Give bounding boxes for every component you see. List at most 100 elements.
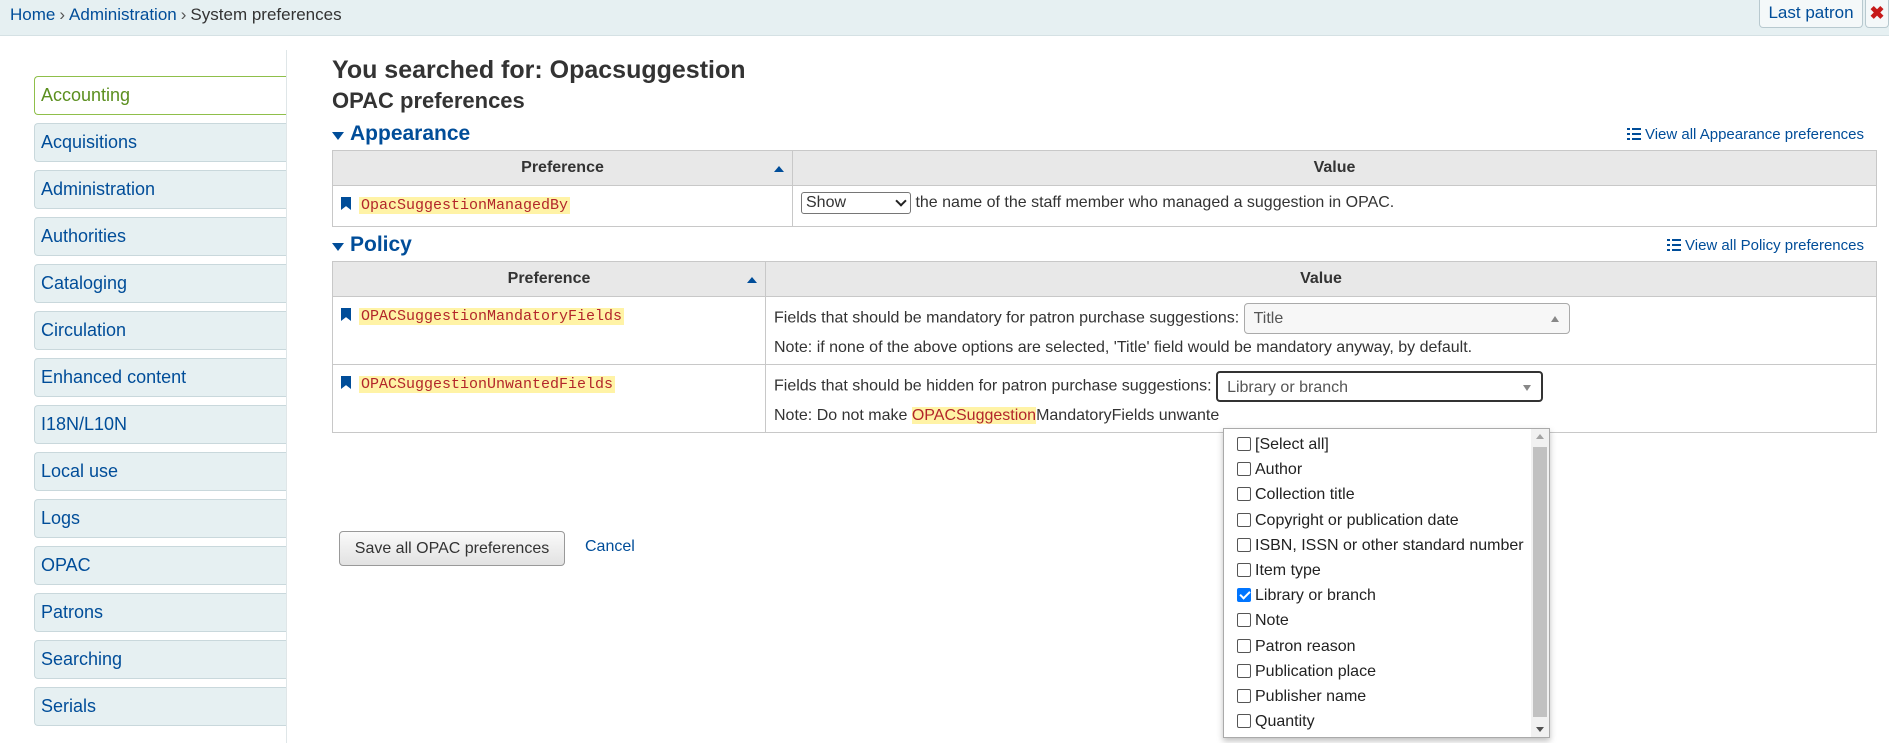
view-all-policy-link[interactable]: View all Policy preferences [1667,237,1864,254]
dropdown-option[interactable]: Publisher name [1224,684,1549,709]
dropdown-scrollbar[interactable] [1531,429,1549,737]
sidebar-item-acquisitions[interactable]: Acquisitions [34,123,286,162]
dropdown-option[interactable]: Author [1224,457,1549,482]
option-label: [Select all] [1255,436,1329,453]
sidebar-item-logs[interactable]: Logs [34,499,286,538]
mandatory-fields-select[interactable]: Title [1243,303,1570,334]
scroll-down-icon[interactable] [1536,727,1544,732]
sidebar-item-serials[interactable]: Serials [34,687,286,726]
managed-by-select[interactable]: Show [801,192,911,214]
dropdown-option[interactable]: Quantity [1224,709,1549,734]
dropdown-option[interactable]: Note [1224,608,1549,633]
page-subtitle: OPAC preferences [332,88,525,113]
page-title: You searched for: Opacsuggestion [332,56,746,84]
sidebar-item-patrons[interactable]: Patrons [34,593,286,632]
pref-name[interactable]: OpacSuggestionManagedBy [359,197,571,214]
column-header-label: Preference [507,270,591,287]
sidebar-item-opac[interactable]: OPAC [34,546,286,585]
table-row: OpacSuggestionManagedBy Show the name of… [332,185,1877,227]
pref-name[interactable]: OPACSuggestionMandatoryFields [359,308,625,325]
dropdown-option[interactable]: Item type [1224,558,1549,583]
last-patron-button[interactable]: Last patron [1759,0,1863,28]
column-header-preference[interactable]: Preference [332,150,793,186]
sidebar-item-circulation[interactable]: Circulation [34,311,286,350]
dropdown-option[interactable]: Publication place [1224,659,1549,684]
option-label: Author [1255,461,1303,479]
sidebar-item-administration[interactable]: Administration [34,170,286,209]
top-bar: Home › Administration › System preferences L… [0,0,1889,36]
unwanted-fields-select[interactable]: Library or branch [1216,371,1544,402]
chevron-down-icon [895,195,907,207]
checkbox[interactable] [1237,688,1251,703]
dropdown-option[interactable]: Patron reason [1224,634,1549,659]
select-value: Title [1253,310,1284,327]
note-text: Note: Do not make [774,407,912,424]
collapse-triangle-icon[interactable] [332,132,344,140]
checkbox[interactable] [1237,613,1251,628]
sidebar-item-cataloging[interactable]: Cataloging [34,264,286,303]
policy-section-header[interactable]: Policy View all Policy preferences [332,233,1877,261]
bookmark-icon [341,308,351,321]
note-highlight: OPACSuggestion [911,407,1037,424]
dropdown-option[interactable]: Collection title [1224,482,1549,507]
pref-value-cell: Show the name of the staff member who ma… [792,185,1877,227]
pref-name-cell: OPACSuggestionMandatoryFields [332,296,766,365]
list-icon [1626,128,1641,140]
checkbox[interactable] [1237,663,1251,678]
dropdown-option[interactable]: Copyright or publication date [1224,508,1549,533]
checkbox[interactable] [1237,487,1251,502]
sort-asc-icon [774,166,784,172]
view-all-appearance-label: View all Appearance preferences [1644,126,1864,143]
checkbox-checked[interactable] [1237,588,1251,603]
checkbox[interactable] [1237,512,1251,527]
column-header-label: Preference [521,159,604,176]
bookmark-icon [341,376,351,389]
checkbox[interactable] [1237,714,1251,729]
option-label: Copyright or publication date [1255,511,1459,529]
sidebar-item-accounting[interactable]: Accounting [34,76,286,115]
checkbox[interactable] [1237,437,1251,451]
collapse-triangle-icon[interactable] [332,243,344,251]
scroll-up-icon[interactable] [1536,434,1544,439]
pref-name-cell: OPACSuggestionUnwantedFields [332,364,766,433]
view-all-appearance-link[interactable]: View all Appearance preferences [1626,126,1864,143]
sidebar: Accounting Acquisitions Administration A… [34,76,286,734]
scrollbar-thumb[interactable] [1533,447,1547,717]
list-icon [1667,239,1682,251]
breadcrumb-home[interactable]: Home [10,5,55,24]
option-label: Patron reason [1255,637,1356,655]
breadcrumb-current: System preferences [190,5,342,24]
pref-name[interactable]: OPACSuggestionUnwantedFields [359,376,616,393]
cancel-link[interactable]: Cancel [585,538,635,556]
appearance-title[interactable]: Appearance [350,122,470,146]
select-value: Library or branch [1227,379,1349,396]
breadcrumb-separator: › [59,5,66,24]
policy-title[interactable]: Policy [350,233,412,257]
pref-value-cell: Fields that should be mandatory for patr… [765,296,1877,365]
checkbox[interactable] [1237,638,1251,653]
option-label: Library or branch [1255,587,1376,605]
sidebar-item-searching[interactable]: Searching [34,640,286,679]
pref-label: Fields that should be mandatory for patr… [774,309,1240,327]
sort-asc-icon [747,277,757,283]
checkbox[interactable] [1237,562,1251,577]
option-label: Item type [1255,561,1321,579]
save-all-button[interactable]: Save all OPAC preferences [339,531,565,566]
sidebar-divider [286,50,287,743]
dropdown-option[interactable]: ISBN, ISSN or other standard number [1224,533,1549,558]
option-label: ISBN, ISSN or other standard number [1255,536,1524,554]
sidebar-item-enhanced-content[interactable]: Enhanced content [34,358,286,397]
close-icon[interactable]: ✖ [1865,0,1889,28]
checkbox[interactable] [1237,462,1251,477]
breadcrumb-administration[interactable]: Administration [69,5,177,24]
option-label: Publication place [1255,662,1376,680]
unwanted-fields-dropdown[interactable]: [Select all] Author Collection title Cop… [1223,428,1550,738]
dropdown-option[interactable]: Library or branch [1224,583,1549,608]
appearance-section-header[interactable]: Appearance View all Appearance preferenc… [332,122,1877,150]
sidebar-item-i18n[interactable]: I18N/L10N [34,405,286,444]
sidebar-item-local-use[interactable]: Local use [34,452,286,491]
sidebar-item-authorities[interactable]: Authorities [34,217,286,256]
column-header-preference[interactable]: Preference [332,261,766,297]
checkbox[interactable] [1237,537,1251,552]
dropdown-option[interactable]: [Select all] [1224,432,1549,457]
